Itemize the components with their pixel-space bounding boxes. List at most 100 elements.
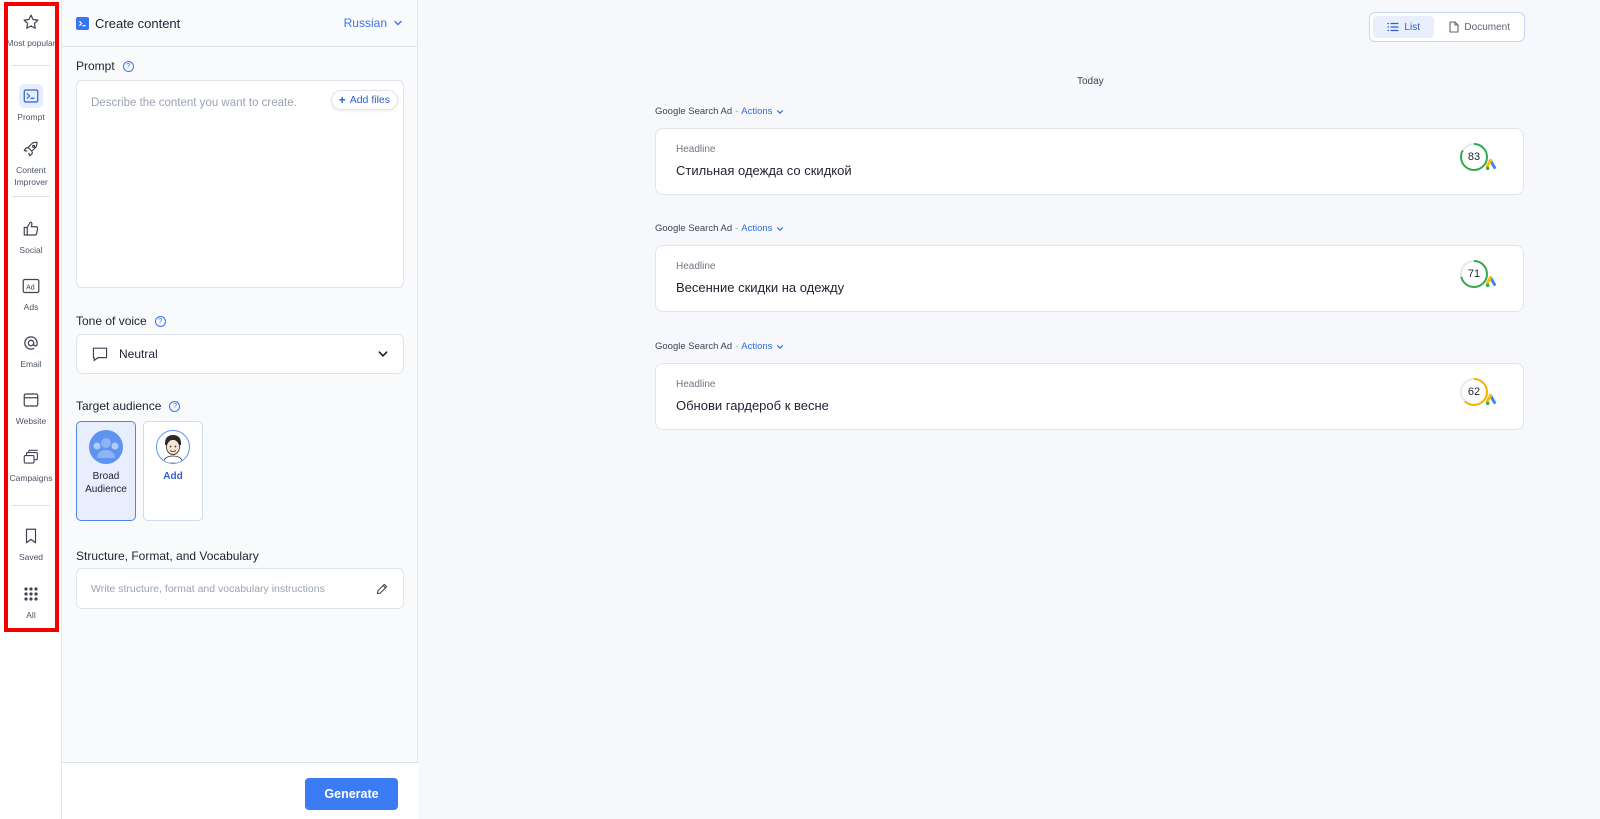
tone-label: Tone of voice ? xyxy=(76,314,166,328)
sidebar-item-all[interactable]: All xyxy=(0,582,62,621)
headline-text: Стильная одежда со скидкой xyxy=(676,163,852,178)
sidebar-item-saved[interactable]: Saved xyxy=(0,524,62,563)
sidebar-rail: Most popular Prompt Content Improver Soci… xyxy=(0,0,62,819)
chevron-down-icon xyxy=(378,351,388,357)
view-toggle-list[interactable]: List xyxy=(1373,16,1435,38)
chevron-down-icon xyxy=(777,109,784,114)
prompt-textarea[interactable]: Describe the content you want to create.… xyxy=(76,80,404,288)
sidebar-item-label: Ads xyxy=(23,302,39,312)
sidebar-item-label: Most popular xyxy=(6,38,56,48)
audience-label: Target audience ? xyxy=(76,399,181,413)
sidebar-divider xyxy=(12,65,50,66)
structure-label: Structure, Format, and Vocabulary xyxy=(76,549,259,563)
result-meta: Google Search Ad - Actions xyxy=(655,341,784,352)
view-toggle-list-label: List xyxy=(1404,21,1420,33)
sidebar-item-social[interactable]: Social xyxy=(0,217,62,256)
view-toggle-document[interactable]: Document xyxy=(1438,16,1521,38)
sidebar-item-label: Email xyxy=(20,359,42,369)
terminal-icon xyxy=(19,84,43,108)
actions-dropdown[interactable]: Actions xyxy=(741,106,784,117)
sidebar-item-label: All xyxy=(26,610,36,620)
list-icon xyxy=(1387,22,1400,32)
sidebar-item-ads[interactable]: Ad Ads xyxy=(0,274,62,313)
date-group-label: Today xyxy=(1077,76,1104,87)
sidebar-item-campaigns[interactable]: Campaigns xyxy=(0,445,62,484)
actions-label: Actions xyxy=(741,106,773,117)
stacked-cards-icon xyxy=(19,445,43,469)
svg-text:Ad: Ad xyxy=(26,284,35,291)
help-icon[interactable]: ? xyxy=(154,315,166,327)
terminal-icon xyxy=(76,16,89,30)
sidebar-item-content-improver[interactable]: Content Improver xyxy=(0,137,62,188)
headline-text: Весенние скидки на одежду xyxy=(676,280,845,295)
score-value: 71 xyxy=(1467,268,1481,280)
sidebar-item-prompt[interactable]: Prompt xyxy=(0,84,62,123)
ad-icon: Ad xyxy=(19,274,43,298)
help-icon[interactable]: ? xyxy=(169,400,181,412)
generate-button[interactable]: Generate xyxy=(305,778,398,810)
tone-label-text: Tone of voice xyxy=(76,314,147,328)
sidebar-item-label: Saved xyxy=(18,552,44,562)
sidebar-item-email[interactable]: Email xyxy=(0,331,62,370)
result-card[interactable]: Headline Весенние скидки на одежду 71 xyxy=(655,245,1524,312)
browser-window-icon xyxy=(19,388,43,412)
audience-option-broad[interactable]: Broad Audience xyxy=(76,421,136,521)
panel-footer: Generate xyxy=(62,762,418,819)
prompt-placeholder: Describe the content you want to create. xyxy=(91,97,297,109)
score-badge: 83 xyxy=(1459,142,1499,174)
audience-option-add[interactable]: Add xyxy=(143,421,203,521)
result-card[interactable]: Headline Обнови гардероб к весне 62 xyxy=(655,363,1524,430)
result-meta: Google Search Ad - Actions xyxy=(655,223,784,234)
thumbs-up-icon xyxy=(19,217,43,241)
add-files-label: Add files xyxy=(349,94,390,106)
chevron-down-icon xyxy=(777,226,784,231)
bookmark-icon xyxy=(19,524,43,548)
tone-value: Neutral xyxy=(119,347,158,361)
plus-icon: + xyxy=(338,93,346,107)
view-toggle: List Document xyxy=(1369,12,1525,42)
field-label: Headline xyxy=(676,379,716,390)
view-toggle-document-label: Document xyxy=(1464,21,1510,33)
panel-header: Create content Russian xyxy=(62,0,417,47)
ad-type-label: Google Search Ad xyxy=(655,341,733,352)
document-icon xyxy=(1449,21,1459,33)
actions-dropdown[interactable]: Actions xyxy=(741,223,784,234)
language-select[interactable]: Russian xyxy=(344,16,403,30)
sidebar-divider xyxy=(12,505,50,506)
result-card[interactable]: Headline Стильная одежда со скидкой 83 xyxy=(655,128,1524,195)
structure-placeholder: Write structure, format and vocabulary i… xyxy=(91,582,325,595)
sidebar-item-label: Content Improver xyxy=(14,165,48,187)
headline-text: Обнови гардероб к весне xyxy=(676,398,829,413)
ad-type-label: Google Search Ad xyxy=(655,106,733,117)
tone-select[interactable]: Neutral xyxy=(76,334,404,374)
sidebar-item-label: Website xyxy=(15,416,47,426)
group-avatar-icon xyxy=(89,430,123,464)
ad-type-label: Google Search Ad xyxy=(655,223,733,234)
field-label: Headline xyxy=(676,261,716,272)
actions-dropdown[interactable]: Actions xyxy=(741,341,784,352)
audience-option-label: Add xyxy=(163,471,183,482)
at-icon xyxy=(19,331,43,355)
person-avatar-icon xyxy=(156,430,190,464)
sidebar-item-label: Campaigns xyxy=(9,473,53,483)
field-label: Headline xyxy=(676,144,716,155)
pencil-icon[interactable] xyxy=(375,582,389,596)
speech-bubble-icon xyxy=(92,347,108,362)
sidebar-divider xyxy=(12,196,50,197)
sidebar-item-website[interactable]: Website xyxy=(0,388,62,427)
rocket-icon xyxy=(19,137,43,161)
add-files-button[interactable]: + Add files xyxy=(330,90,398,110)
sidebar-item-label: Prompt xyxy=(17,112,45,122)
score-value: 62 xyxy=(1467,386,1481,398)
score-badge: 62 xyxy=(1459,377,1499,409)
sidebar-item-label: Social xyxy=(19,245,43,255)
score-badge: 71 xyxy=(1459,259,1499,291)
help-icon[interactable]: ? xyxy=(122,60,134,72)
google-ads-logo-icon xyxy=(1486,394,1496,406)
audience-label-text: Target audience xyxy=(76,399,162,413)
grid-icon xyxy=(19,582,43,606)
structure-input[interactable]: Write structure, format and vocabulary i… xyxy=(76,568,404,609)
sidebar-item-most-popular[interactable]: Most popular xyxy=(0,10,62,49)
score-value: 83 xyxy=(1467,151,1481,163)
audience-option-label: Broad Audience xyxy=(85,471,127,495)
